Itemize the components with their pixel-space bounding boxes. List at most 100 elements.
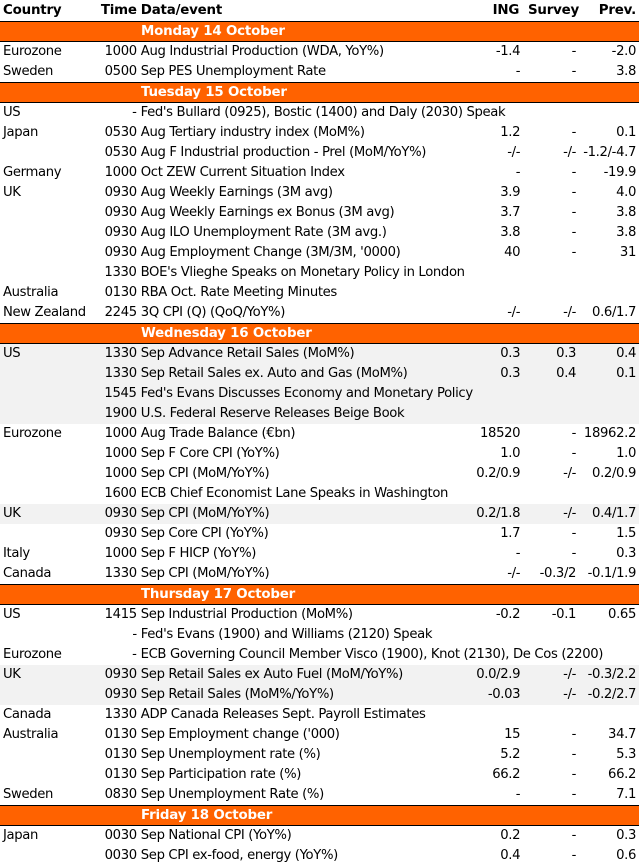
- day-header-spacer: [0, 806, 100, 825]
- cell-event: Sep CPI (MoM/YoY%): [140, 506, 270, 521]
- cell-country: Eurozone: [3, 426, 62, 441]
- cell-country: UK: [3, 667, 21, 682]
- day-header-spacer: [0, 585, 100, 604]
- cell-ing: [441, 263, 521, 283]
- cell-time: 0830: [104, 787, 138, 802]
- cell-time: 0930: [104, 185, 138, 200]
- cell-event: U.S. Federal Reserve Releases Beige Book: [140, 406, 405, 421]
- cell-ing: 5.2: [500, 747, 521, 762]
- cell-country: [0, 223, 100, 243]
- cell-prev: 0.1: [616, 125, 636, 140]
- cell-country: [0, 765, 100, 785]
- cell-survey: -: [571, 125, 577, 140]
- table-row: Australia 0130 Sep Employment change ('000…: [0, 725, 639, 745]
- cell-prev: -0.2/2.7: [587, 687, 637, 702]
- cell-ing: 3.7: [500, 205, 521, 220]
- cell-country: Australia: [3, 727, 59, 742]
- cell-time: -: [132, 647, 137, 662]
- table-row: - Fed's Evans (1900) and Williams (2120) …: [0, 625, 639, 645]
- cell-survey: -: [571, 225, 577, 240]
- cell-event: Sep Retail Sales (MoM%/YoY%): [140, 687, 334, 702]
- table-row: Canada 1330 Sep CPI (MoM/YoY%) -/- -0.3/2 -0.…: [0, 564, 639, 584]
- cell-prev: [576, 404, 639, 424]
- cell-time: 0130: [104, 285, 138, 300]
- cell-survey: -: [571, 205, 577, 220]
- cell-event: Fed's Evans Discusses Economy and Moneta…: [140, 386, 474, 401]
- cell-survey: [520, 404, 576, 424]
- cell-country: [0, 364, 100, 384]
- cell-time: 1000: [104, 165, 138, 180]
- cell-ing: 0.2/1.8: [476, 506, 521, 521]
- table-row: US 1415 Sep Industrial Production (MoM%) -0…: [0, 605, 639, 625]
- table-row: 0130 Sep Participation rate (%) 66.2 - 66.2: [0, 765, 639, 785]
- table-row: 0930 Sep Retail Sales (MoM%/YoY%) -0.03 -/-…: [0, 685, 639, 705]
- cell-ing: [440, 705, 520, 725]
- cell-country: Eurozone: [3, 44, 62, 59]
- cell-country: [0, 625, 100, 645]
- cell-country: Canada: [3, 707, 52, 722]
- cell-ing: [441, 384, 521, 404]
- cell-ing: -1.4: [495, 44, 521, 59]
- cell-event: ECB Chief Economist Lane Speaks in Washi…: [140, 486, 449, 501]
- cell-prev: 0.4/1.7: [592, 506, 636, 521]
- cell-prev: 7.1: [616, 787, 636, 802]
- cell-prev: 0.3: [616, 828, 636, 843]
- day-header: Wednesday 16 October: [0, 323, 639, 344]
- cell-ing: 0.2: [500, 828, 521, 843]
- cell-event: Aug Trade Balance (€bn): [140, 426, 296, 441]
- cell-prev: 0.6/1.7: [592, 305, 636, 320]
- cell-event: Sep PES Unemployment Rate: [140, 64, 326, 79]
- cell-ing: 0.2/0.9: [476, 466, 521, 481]
- cell-prev: 31: [619, 245, 636, 260]
- cell-survey: -: [571, 546, 577, 561]
- table-row: Eurozone - ECB Governing Council Member Vi…: [0, 645, 639, 665]
- cell-country: US: [3, 607, 21, 622]
- cell-survey: [520, 645, 576, 665]
- cell-prev: [576, 384, 639, 404]
- cell-event: Sep F Core CPI (YoY%): [140, 446, 280, 461]
- cell-time: 1600: [104, 486, 137, 501]
- cell-country: UK: [3, 185, 21, 200]
- cell-survey: [520, 283, 576, 303]
- cell-event: Fed's Evans (1900) and Williams (2120) S…: [140, 627, 433, 642]
- cell-event: Aug Employment Change (3M/3M, '0000): [140, 245, 401, 260]
- cell-prev: [576, 645, 639, 665]
- cell-prev: 34.7: [608, 727, 636, 742]
- cell-time: -: [132, 627, 137, 642]
- cell-country: [0, 464, 100, 484]
- cell-country: Germany: [3, 165, 62, 180]
- day-header-spacer: [0, 324, 100, 343]
- day-header-spacer: [100, 22, 141, 41]
- cell-ing: [441, 103, 521, 123]
- day-header-spacer: [0, 83, 100, 102]
- cell-event: ADP Canada Releases Sept. Payroll Estima…: [140, 707, 426, 722]
- cell-survey: [520, 705, 576, 725]
- cell-survey: [520, 625, 576, 645]
- cell-ing: 0.3: [500, 366, 521, 381]
- table-row: Japan 0530 Aug Tertiary industry index (Mo…: [0, 123, 639, 143]
- cell-country: [0, 404, 100, 424]
- cell-survey: -/-: [563, 466, 577, 481]
- cell-event: Sep Participation rate (%): [140, 767, 302, 782]
- table-row: 0930 Aug Weekly Earnings ex Bonus (3M avg…: [0, 203, 639, 223]
- cell-time: -: [132, 105, 137, 120]
- table-row: 0130 Sep Unemployment rate (%) 5.2 - 5.3: [0, 745, 639, 765]
- cell-prev: [576, 625, 639, 645]
- cell-survey: -: [571, 44, 577, 59]
- table-row: 1600 ECB Chief Economist Lane Speaks in W…: [0, 484, 639, 504]
- cell-ing: 1.7: [500, 526, 521, 541]
- cell-ing: -0.2: [495, 607, 521, 622]
- cell-country: [0, 745, 100, 765]
- economic-calendar-table: Country Time Data/event ING Survey Prev.…: [0, 0, 639, 866]
- cell-time: 0930: [104, 687, 138, 702]
- cell-survey: -/-: [563, 687, 577, 702]
- cell-prev: -19.9: [603, 165, 637, 180]
- table-row: US 1330 Sep Advance Retail Sales (MoM%) 0.3…: [0, 344, 639, 364]
- cell-event: Sep Industrial Production (MoM%): [140, 607, 353, 622]
- cell-ing: 1.0: [500, 446, 521, 461]
- cell-prev: 0.2/0.9: [592, 466, 636, 481]
- cell-ing: 1.2: [500, 125, 521, 140]
- cell-survey: -: [571, 165, 577, 180]
- cell-time: 1330: [104, 346, 138, 361]
- cell-time: 1000: [104, 44, 138, 59]
